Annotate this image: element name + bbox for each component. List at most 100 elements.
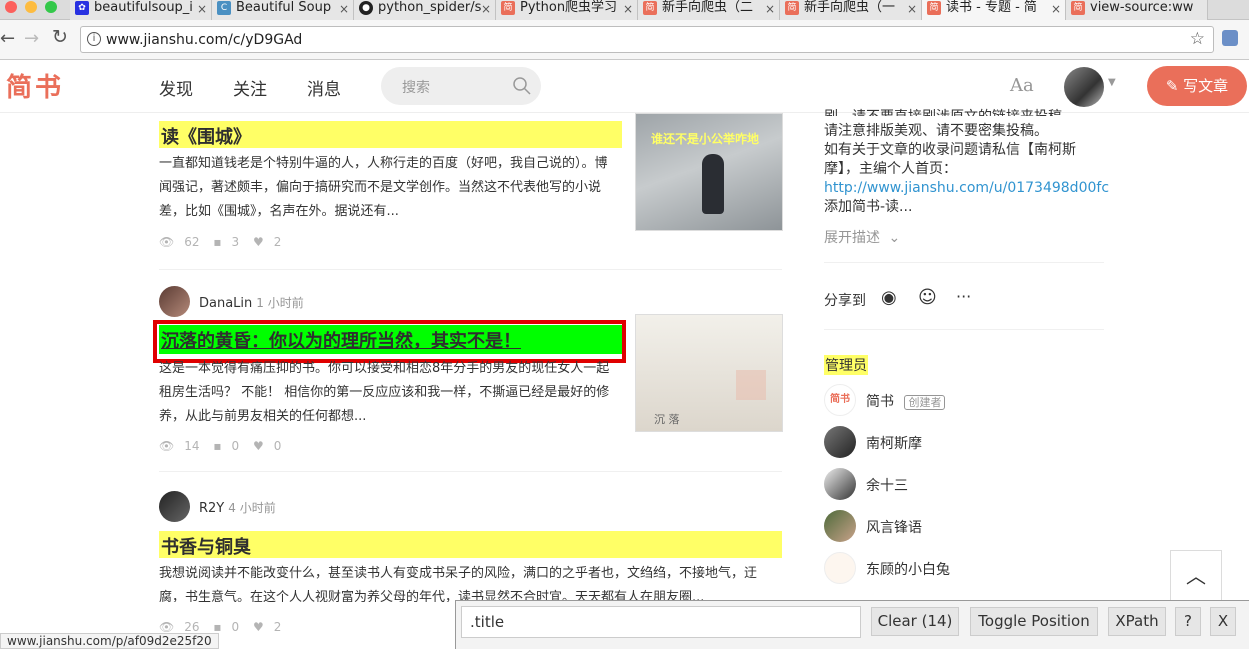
weibo-icon[interactable]: ◉	[881, 287, 897, 308]
admin-avatar	[824, 468, 856, 500]
article-title[interactable]: 读《围城》	[159, 121, 622, 148]
admin-name: 南柯斯摩	[866, 436, 922, 452]
comments-icon: ▪	[213, 620, 222, 634]
browser-tab[interactable]: C Beautiful Soup ×	[212, 0, 354, 20]
search-icon[interactable]	[513, 77, 531, 95]
close-window-icon[interactable]	[5, 1, 17, 13]
collection-description: 请注意排版美观、请不要密集投稿。	[824, 123, 1048, 139]
article-thumbnail[interactable]: 谁还不是小公举咋地	[635, 113, 783, 231]
divider	[159, 269, 782, 270]
browser-tab-active[interactable]: 简 读书 - 专题 - 简 ×	[922, 0, 1066, 20]
forward-arrow-icon[interactable]: →	[24, 28, 39, 49]
toggle-position-button[interactable]: Toggle Position	[970, 607, 1098, 636]
author-name[interactable]: DanaLin	[199, 296, 252, 311]
address-url[interactable]: www.jianshu.com/c/yD9GAd	[106, 32, 302, 48]
tab-close-icon[interactable]: ×	[481, 1, 491, 17]
author-info: R2Y 4 小时前	[199, 499, 276, 516]
comments-icon: ▪	[213, 235, 222, 249]
admin-avatar: 简书	[824, 384, 856, 416]
jian-icon: 简	[643, 1, 657, 15]
nav-follow[interactable]: 关注	[233, 75, 267, 100]
chevron-down-icon[interactable]: ▼	[1108, 77, 1116, 88]
admin-name: 余十三	[866, 478, 908, 494]
tab-close-icon[interactable]: ×	[339, 1, 349, 17]
views-icon: 👁	[159, 235, 175, 249]
browser-tab[interactable]: 简 view-source:ww	[1066, 0, 1208, 20]
address-bar[interactable]: i www.jianshu.com/c/yD9GAd ☆	[80, 26, 1214, 53]
author-name[interactable]: R2Y	[199, 501, 224, 516]
help-button[interactable]: ?	[1175, 607, 1201, 636]
article-meta: 👁 26 ▪ 0 ♥ 2	[159, 620, 282, 634]
nav-discover[interactable]: 发现	[159, 75, 193, 100]
browser-tab-strip: ✿ beautifulsoup_i × C Beautiful Soup × ●…	[0, 0, 1249, 20]
creator-badge: 创建者	[904, 395, 946, 410]
editor-homepage-link[interactable]: http://www.jianshu.com/u/0173498d00fc	[824, 180, 1109, 196]
browser-tab[interactable]: ● python_spider/s ×	[354, 0, 496, 20]
minimize-window-icon[interactable]	[25, 1, 37, 13]
author-avatar[interactable]	[159, 286, 190, 317]
browser-tab[interactable]: 简 新手向爬虫（一 ×	[780, 0, 922, 20]
extension-icon[interactable]	[1222, 30, 1238, 46]
c-icon: C	[217, 1, 231, 15]
article-excerpt: 这是一本觉得有痛压抑的书。你可以接受和相恋8年分手的男友的现任女人一起租房生活吗…	[159, 361, 610, 424]
article-meta: 👁 14 ▪ 0 ♥ 0	[159, 439, 282, 453]
nav-messages[interactable]: 消息	[307, 75, 341, 100]
reload-icon[interactable]: ↻	[52, 26, 68, 48]
font-settings-toggle[interactable]: Aa	[1010, 75, 1034, 96]
views-icon: 👁	[159, 439, 175, 453]
tab-close-icon[interactable]: ×	[1051, 1, 1061, 17]
collection-description: 摩】，主编个人首页：	[824, 161, 957, 177]
article-title[interactable]: 沉落的黄昏：你以为的理所当然，其实不是！	[159, 325, 622, 354]
admin-name: 简书 创建者	[866, 391, 946, 411]
article-thumbnail[interactable]: 沉 落	[635, 314, 783, 432]
jian-icon: 简	[1071, 1, 1085, 15]
article-meta: 👁 62 ▪ 3 ♥ 2	[159, 235, 282, 249]
article-excerpt: 一直都知道钱老是个特别牛逼的人，人称行走的百度（好吧，我自己说的）。博闻强记，著…	[159, 156, 608, 219]
chevron-up-icon: ︿	[1186, 564, 1206, 588]
wechat-icon[interactable]: ☺	[918, 287, 937, 308]
tab-close-icon[interactable]: ×	[197, 1, 207, 17]
clear-button[interactable]: Clear (14)	[871, 607, 959, 636]
admin-name: 风言锋语	[866, 520, 922, 536]
tab-close-icon[interactable]: ×	[765, 1, 775, 17]
browser-tab[interactable]: 简 Python爬虫学习 ×	[496, 0, 638, 20]
user-avatar[interactable]	[1064, 67, 1104, 107]
back-to-top-button[interactable]: ︿	[1170, 550, 1222, 602]
xpath-button[interactable]: XPath	[1108, 607, 1166, 636]
more-icon[interactable]: ···	[956, 287, 971, 306]
views-icon: 👁	[159, 620, 175, 634]
status-bar-url: www.jianshu.com/p/af09d2e25f20	[0, 633, 219, 649]
admin-avatar	[824, 552, 856, 584]
tab-close-icon[interactable]: ×	[907, 1, 917, 17]
pen-icon: ✎	[1165, 77, 1179, 95]
write-article-button[interactable]: ✎ 写文章	[1147, 66, 1247, 106]
collection-description: 刷，请不要直接刷涉原文的链接来投稿。	[824, 104, 1104, 116]
search-input[interactable]: 搜索	[381, 67, 541, 105]
jian-icon: 简	[501, 1, 515, 15]
admin-name: 东顾的小白兔	[866, 562, 950, 578]
site-logo[interactable]: 简书	[6, 67, 64, 104]
divider	[824, 262, 1104, 263]
tab-close-icon[interactable]: ×	[623, 1, 633, 17]
divider	[159, 471, 782, 472]
bookmark-star-icon[interactable]: ☆	[1190, 29, 1205, 49]
close-gadget-button[interactable]: X	[1210, 607, 1236, 636]
back-arrow-icon[interactable]: ←	[0, 28, 15, 49]
paw-icon: ✿	[75, 1, 89, 15]
github-icon: ●	[359, 1, 373, 15]
search-placeholder: 搜索	[402, 80, 430, 96]
likes-icon: ♥	[252, 439, 264, 453]
info-icon[interactable]: i	[87, 32, 101, 46]
css-selector-input[interactable]: .title	[461, 606, 861, 638]
collection-description: 如有关于文章的收录问题请私信【南柯斯	[824, 142, 1076, 158]
selector-gadget-bar: .title Clear (14) Toggle Position XPath …	[455, 600, 1249, 649]
collection-description: 添加简书-读...	[824, 199, 913, 215]
likes-icon: ♥	[252, 620, 264, 634]
maximize-window-icon[interactable]	[45, 1, 57, 13]
expand-description-button[interactable]: 展开描述 ⌄	[824, 227, 900, 247]
browser-toolbar: ← → ↻ i www.jianshu.com/c/yD9GAd ☆	[0, 20, 1249, 60]
browser-tab[interactable]: 简 新手向爬虫（二 ×	[638, 0, 780, 20]
browser-tab[interactable]: ✿ beautifulsoup_i ×	[70, 0, 212, 20]
author-avatar[interactable]	[159, 491, 190, 522]
article-title[interactable]: 书香与铜臭	[159, 531, 782, 558]
